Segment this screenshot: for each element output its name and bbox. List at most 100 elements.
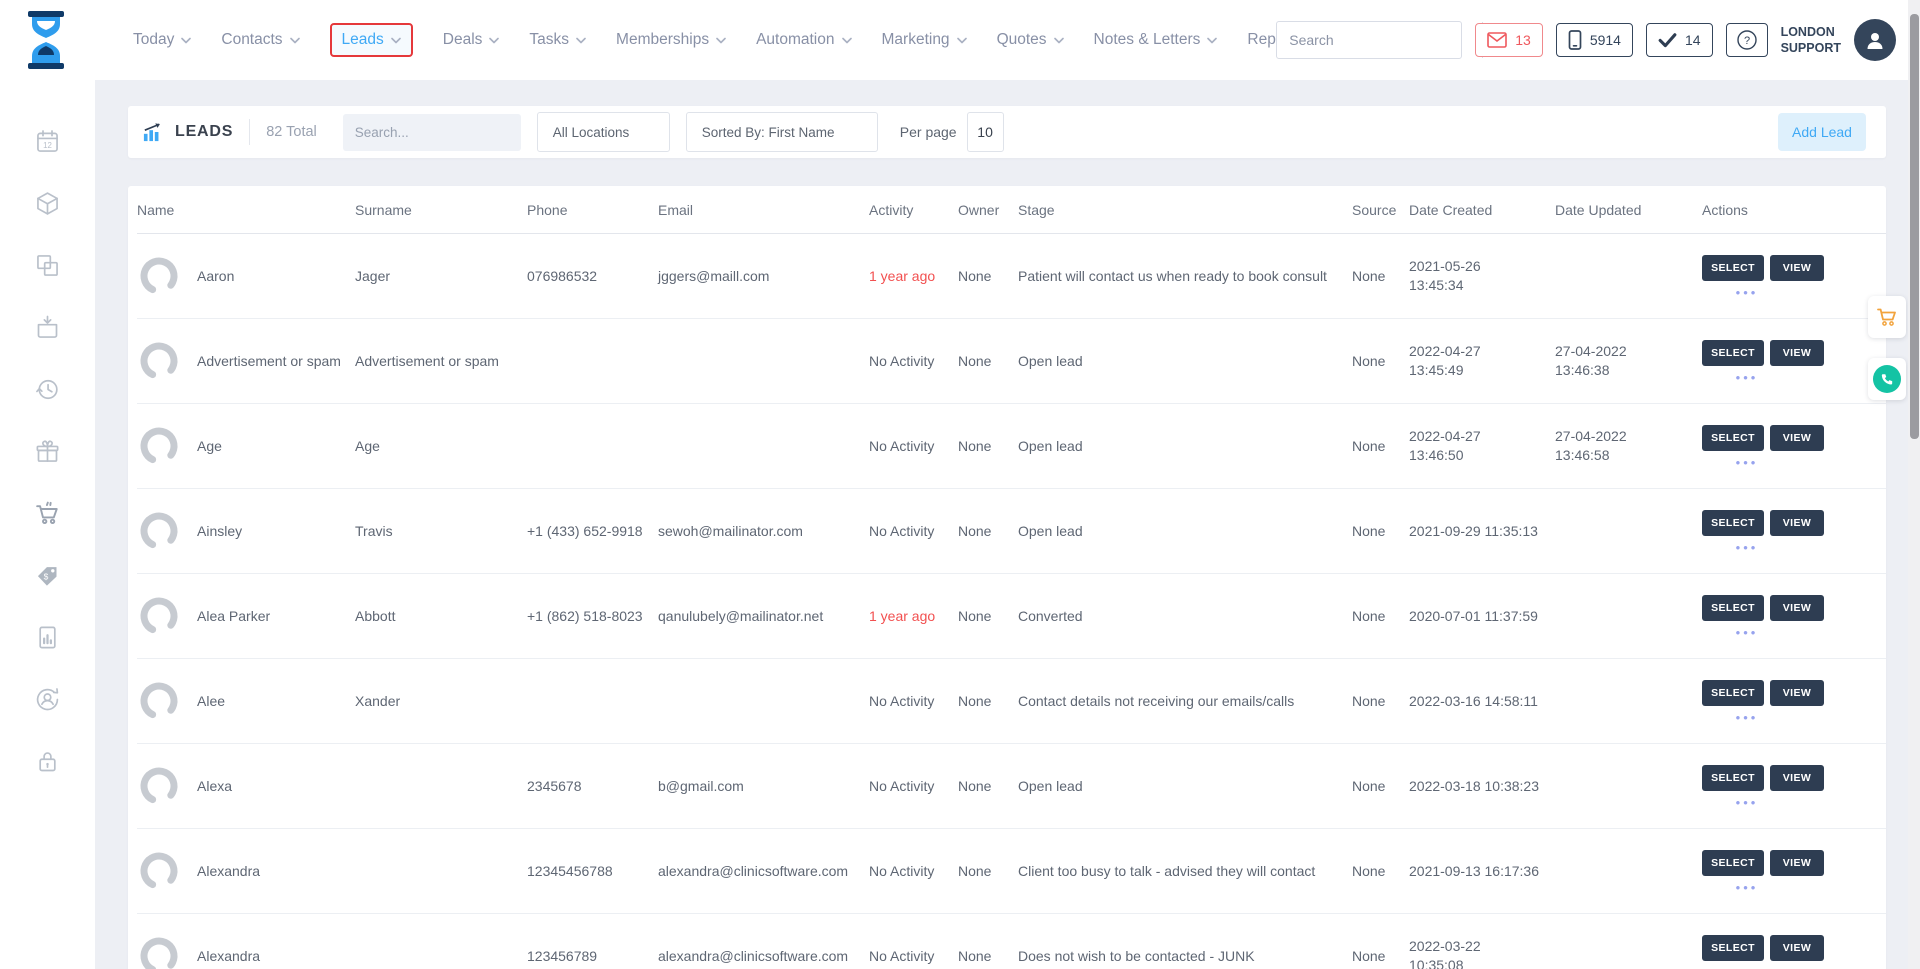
sidebar-package-icon[interactable]	[33, 188, 63, 218]
select-button[interactable]: SELECT	[1702, 765, 1764, 791]
select-button[interactable]: SELECT	[1702, 680, 1764, 706]
lead-name[interactable]: Alee	[197, 692, 341, 711]
col-header-date-created[interactable]: Date Created	[1409, 202, 1555, 218]
phone-badge[interactable]: 5914	[1556, 23, 1633, 57]
mail-badge[interactable]: 13	[1475, 23, 1543, 57]
table-body: Aaron Jager 076986532 jggers@maill.com 1…	[137, 234, 1886, 969]
nav-item-today[interactable]: Today	[133, 31, 191, 49]
lead-source: None	[1352, 607, 1409, 626]
view-button[interactable]: VIEW	[1770, 935, 1824, 961]
select-button[interactable]: SELECT	[1702, 850, 1764, 876]
table-header-row: Name Surname Phone Email Activity Owner …	[137, 186, 1886, 234]
per-page-select[interactable]: 10	[967, 112, 1004, 152]
more-actions-button[interactable]: •••	[1716, 713, 1778, 723]
sidebar-cart-icon[interactable]	[33, 498, 63, 528]
lead-name[interactable]: Alea Parker	[197, 607, 341, 626]
col-header-surname[interactable]: Surname	[355, 202, 527, 218]
more-actions-button[interactable]: •••	[1716, 798, 1778, 808]
sidebar-lock-icon[interactable]	[33, 746, 63, 776]
lead-name[interactable]: Aaron	[197, 267, 341, 286]
nav-item-leads[interactable]: Leads	[330, 23, 413, 57]
col-header-stage[interactable]: Stage	[1018, 202, 1352, 218]
sidebar-report-icon[interactable]	[33, 622, 63, 652]
view-button[interactable]: VIEW	[1770, 425, 1824, 451]
select-button[interactable]: SELECT	[1702, 595, 1764, 621]
sidebar-history-icon[interactable]	[33, 374, 63, 404]
more-actions-button[interactable]: •••	[1716, 373, 1778, 383]
more-actions-button[interactable]: •••	[1716, 458, 1778, 468]
col-header-source[interactable]: Source	[1352, 202, 1409, 218]
more-actions-button[interactable]: •••	[1716, 628, 1778, 638]
table-row: Ainsley Travis +1 (433) 652-9918 sewoh@m…	[137, 489, 1886, 574]
lead-name[interactable]: Advertisement or spam	[197, 352, 341, 371]
lead-surname: Travis	[355, 522, 527, 541]
sidebar-copy-icon[interactable]	[33, 250, 63, 280]
more-actions-button[interactable]: •••	[1716, 543, 1778, 553]
lead-name[interactable]: Alexandra	[197, 862, 341, 881]
leads-search-input[interactable]	[343, 125, 544, 140]
col-header-activity[interactable]: Activity	[869, 202, 958, 218]
select-button[interactable]: SELECT	[1702, 425, 1764, 451]
tasks-count: 14	[1685, 32, 1701, 48]
view-button[interactable]: VIEW	[1770, 850, 1824, 876]
col-header-email[interactable]: Email	[658, 202, 869, 218]
sidebar-price-tag-icon[interactable]: $	[33, 560, 63, 590]
col-header-name[interactable]: Name	[137, 202, 355, 218]
view-button[interactable]: VIEW	[1770, 680, 1824, 706]
global-search-input[interactable]	[1277, 22, 1482, 58]
lead-date-created: 2022-04-27 13:46:50	[1409, 427, 1555, 465]
nav-item-deals[interactable]: Deals	[443, 31, 500, 49]
view-button[interactable]: VIEW	[1770, 595, 1824, 621]
location-filter-value: All Locations	[553, 125, 630, 140]
lead-name[interactable]: Alexa	[197, 777, 341, 796]
view-button[interactable]: VIEW	[1770, 340, 1824, 366]
sort-filter-select[interactable]: Sorted By: First Name	[686, 112, 878, 152]
user-avatar[interactable]	[1854, 19, 1896, 61]
select-button[interactable]: SELECT	[1702, 935, 1764, 961]
scrollbar-thumb[interactable]	[1910, 14, 1919, 439]
view-button[interactable]: VIEW	[1770, 765, 1824, 791]
view-button[interactable]: VIEW	[1770, 255, 1824, 281]
call-widget-button[interactable]	[1868, 358, 1906, 400]
tasks-badge[interactable]: 14	[1646, 23, 1713, 57]
lead-activity: No Activity	[869, 352, 958, 371]
nav-item-marketing[interactable]: Marketing	[882, 31, 967, 49]
sidebar-gift-icon[interactable]	[33, 436, 63, 466]
add-lead-button[interactable]: Add Lead	[1778, 113, 1866, 151]
nav-item-automation[interactable]: Automation	[756, 31, 851, 49]
select-button[interactable]: SELECT	[1702, 255, 1764, 281]
clinicsoftware-logo[interactable]	[18, 9, 74, 71]
lead-name[interactable]: Age	[197, 437, 341, 456]
help-badge[interactable]: ?	[1726, 23, 1768, 57]
chevron-down-icon	[181, 37, 191, 44]
view-button[interactable]: VIEW	[1770, 510, 1824, 536]
nav-item-memberships[interactable]: Memberships	[616, 31, 726, 49]
lead-stage: Patient will contact us when ready to bo…	[1018, 267, 1352, 286]
col-header-date-updated[interactable]: Date Updated	[1555, 202, 1702, 218]
lead-phone: +1 (862) 518-8023	[527, 607, 658, 626]
nav-item-notes-letters[interactable]: Notes & Letters	[1094, 31, 1218, 49]
select-button[interactable]: SELECT	[1702, 510, 1764, 536]
lead-date-created: 2022-03-16 14:58:11	[1409, 692, 1555, 711]
lead-activity: No Activity	[869, 692, 958, 711]
check-icon	[1658, 32, 1677, 48]
sidebar-account-sync-icon[interactable]	[33, 684, 63, 714]
nav-item-label: Tasks	[529, 31, 569, 49]
more-actions-button[interactable]: •••	[1716, 288, 1778, 298]
nav-item-quotes[interactable]: Quotes	[997, 31, 1064, 49]
sidebar-calendar-icon[interactable]: 12	[33, 126, 63, 156]
col-header-phone[interactable]: Phone	[527, 202, 658, 218]
table-row: Alexandra 12345456788 alexandra@clinicso…	[137, 829, 1886, 914]
lead-source: None	[1352, 692, 1409, 711]
sidebar-collect-icon[interactable]	[33, 312, 63, 342]
col-header-owner[interactable]: Owner	[958, 202, 1018, 218]
location-filter-select[interactable]: All Locations	[537, 112, 670, 152]
nav-item-tasks[interactable]: Tasks	[529, 31, 586, 49]
lead-name[interactable]: Alexandra	[197, 947, 341, 966]
nav-item-contacts[interactable]: Contacts	[221, 31, 299, 49]
lead-owner: None	[958, 522, 1018, 541]
more-actions-button[interactable]: •••	[1716, 883, 1778, 893]
cart-widget-button[interactable]	[1868, 296, 1906, 338]
lead-name[interactable]: Ainsley	[197, 522, 341, 541]
select-button[interactable]: SELECT	[1702, 340, 1764, 366]
